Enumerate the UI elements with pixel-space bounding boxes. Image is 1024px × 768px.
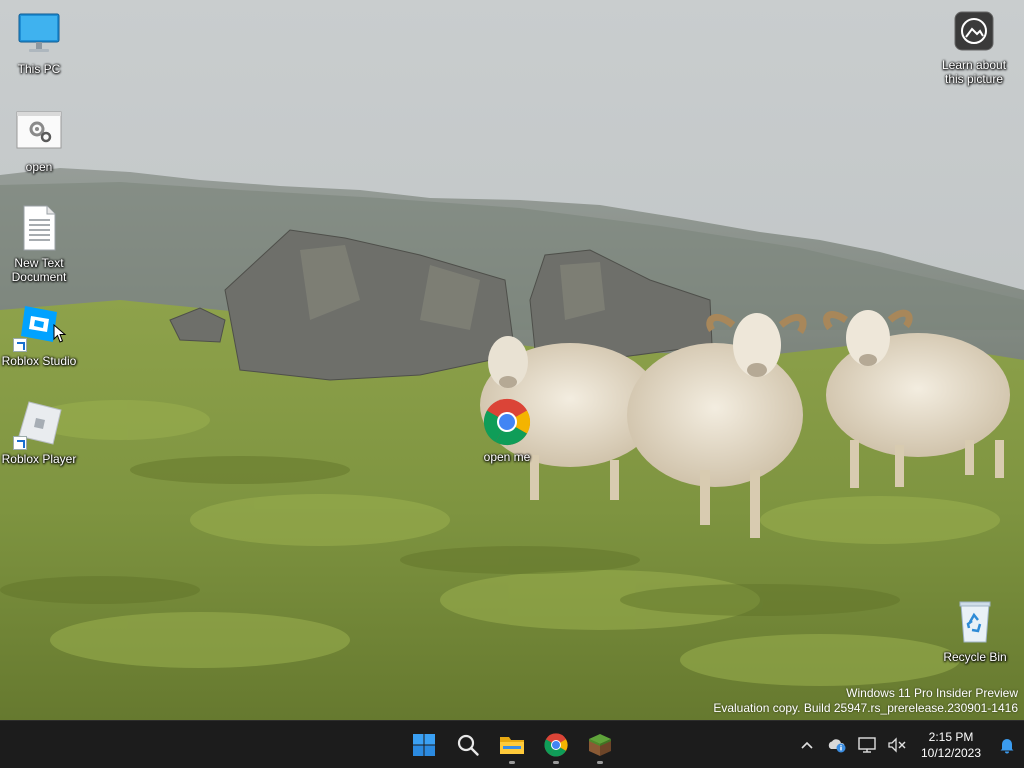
shortcut-arrow-icon	[13, 436, 27, 450]
network-icon	[858, 737, 876, 753]
desktop-wallpaper	[0, 0, 1024, 720]
desktop-icon-label: Learn about this picture	[941, 58, 1007, 86]
watermark-line-1: Windows 11 Pro Insider Preview	[846, 686, 1018, 700]
start-button[interactable]	[404, 725, 444, 765]
desktop-icon-open-me[interactable]: open me	[468, 398, 546, 464]
chevron-up-icon	[801, 741, 813, 749]
system-tray: 2:15 PM 10/12/2023	[792, 721, 1024, 768]
roblox-studio-icon	[13, 302, 67, 352]
desktop-icon-new-text-document[interactable]: New Text Document	[0, 204, 78, 284]
camera-icon	[950, 10, 998, 58]
desktop-icon-label: Roblox Player	[1, 452, 77, 466]
file-explorer-button[interactable]	[492, 725, 532, 765]
desktop-icon-learn-about-picture[interactable]: Learn about this picture	[935, 10, 1013, 86]
onedrive-status-button[interactable]	[822, 725, 852, 765]
clock-date: 10/12/2023	[920, 746, 982, 760]
mouse-cursor-icon	[53, 324, 67, 343]
evaluation-watermark: Windows 11 Pro Insider Preview Evaluatio…	[713, 686, 1018, 716]
search-icon	[457, 734, 479, 756]
monitor-icon	[15, 10, 63, 58]
desktop-icon-label: open	[25, 160, 53, 174]
taskbar: 2:15 PM 10/12/2023	[0, 720, 1024, 768]
cloud-info-icon	[828, 739, 846, 753]
clock-time: 2:15 PM	[928, 730, 974, 744]
grass-block-icon	[589, 734, 611, 756]
running-indicator	[509, 761, 515, 764]
show-hidden-icons-button[interactable]	[792, 725, 822, 765]
minecraft-taskbar-button[interactable]	[580, 725, 620, 765]
desktop-icon-label: This PC	[17, 62, 61, 76]
volume-muted-icon	[888, 737, 906, 753]
chrome-icon	[483, 398, 531, 446]
desktop-icon-this-pc[interactable]: This PC	[0, 10, 78, 76]
desktop-icon-label: open me	[483, 450, 531, 464]
taskbar-apps	[404, 725, 620, 765]
network-button[interactable]	[852, 725, 882, 765]
text-document-icon	[15, 204, 63, 252]
desktop-icon-open[interactable]: open	[0, 108, 78, 174]
desktop-icon-label: New Text Document	[11, 256, 67, 284]
wallpaper-scene	[0, 0, 1024, 720]
recycle-bin-icon	[951, 598, 999, 646]
volume-button[interactable]	[882, 725, 912, 765]
bell-icon	[1000, 739, 1014, 754]
desktop-icon-label: Roblox Studio	[1, 354, 77, 368]
windows-logo-icon	[413, 734, 435, 756]
search-button[interactable]	[448, 725, 488, 765]
desktop-icon-roblox-studio[interactable]: Roblox Studio	[0, 302, 78, 368]
clock-button[interactable]: 2:15 PM 10/12/2023	[912, 729, 990, 761]
roblox-player-icon	[13, 400, 63, 450]
chrome-icon	[544, 733, 568, 757]
settings-file-icon	[15, 108, 63, 156]
folder-icon	[500, 737, 524, 754]
desktop-icon-label: Recycle Bin	[943, 650, 1007, 664]
desktop-icon-recycle-bin[interactable]: Recycle Bin	[936, 598, 1014, 664]
desktop-icon-roblox-player[interactable]: Roblox Player	[0, 400, 78, 466]
notification-center-button[interactable]	[990, 725, 1024, 765]
shortcut-arrow-icon	[13, 338, 27, 352]
running-indicator	[553, 761, 559, 764]
chrome-taskbar-button[interactable]	[536, 725, 576, 765]
watermark-line-2: Evaluation copy. Build 25947.rs_prerelea…	[713, 701, 1018, 715]
running-indicator	[597, 761, 603, 764]
